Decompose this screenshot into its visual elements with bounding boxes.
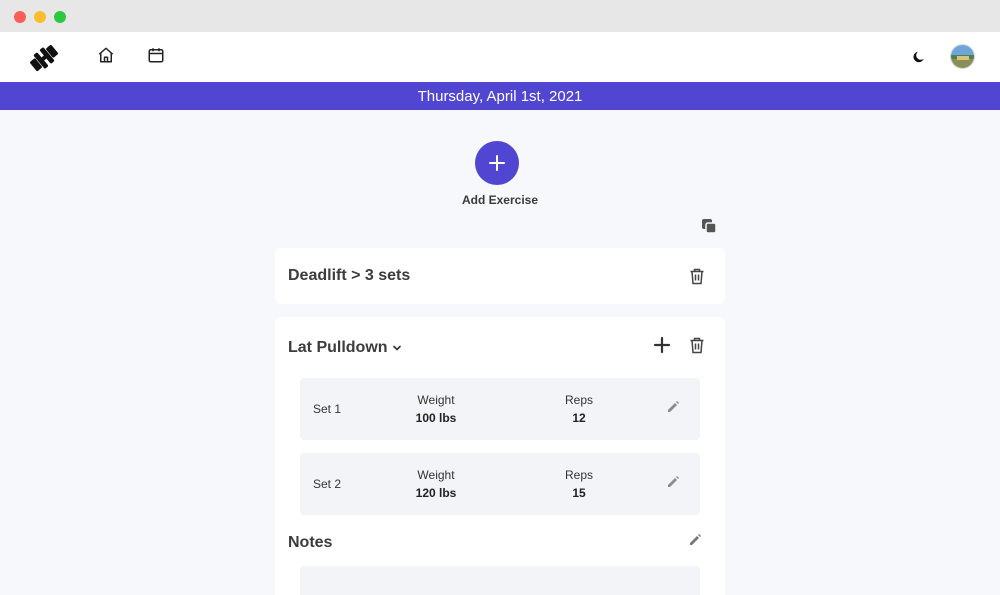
home-icon[interactable] [96,45,116,65]
reps-column: Reps 15 [534,468,624,500]
reps-value: 12 [572,411,586,425]
exercise-card: Lat Pulldown Set 1 Weight 100 lbs Reps 1… [275,317,725,595]
set-row: Set 2 Weight 120 lbs Reps 15 [300,453,700,515]
pencil-icon[interactable] [666,400,682,416]
notes-title: Notes [288,534,333,551]
top-navbar [0,32,1000,82]
plus-icon [653,336,671,354]
pencil-icon[interactable] [688,533,704,549]
reps-column: Reps 12 [534,393,624,425]
moon-icon[interactable] [911,49,927,65]
chevron-down-icon [392,345,401,351]
reps-label: Reps [564,393,593,407]
trash-icon[interactable] [688,267,706,285]
dumbbell-icon[interactable] [28,42,60,74]
exercise-title-toggle[interactable]: Lat Pulldown [288,339,402,357]
exercise-title: Lat Pulldown [288,339,388,356]
calendar-icon[interactable] [146,45,166,65]
plus-icon [489,155,505,171]
reps-label: Reps [564,468,593,482]
maximize-window-button[interactable] [54,11,66,23]
exercise-card[interactable]: Deadlift > 3 sets [275,248,725,304]
set-name: Set 2 [313,477,342,491]
pencil-icon[interactable] [666,475,682,491]
set-name: Set 1 [313,402,342,416]
window-titlebar [0,0,1000,32]
add-set-button[interactable] [653,336,671,354]
set-row: Set 1 Weight 100 lbs Reps 12 [300,378,700,440]
exercise-title[interactable]: Deadlift > 3 sets [288,267,410,285]
minimize-window-button[interactable] [34,11,46,23]
weight-label: Weight [417,468,455,482]
add-exercise-button[interactable] [475,141,519,185]
weight-value: 120 lbs [415,486,457,500]
weight-value: 100 lbs [415,411,457,425]
copy-icon[interactable] [701,218,717,234]
add-exercise-label: Add Exercise [461,193,539,207]
user-avatar[interactable] [950,44,975,69]
close-window-button[interactable] [14,11,26,23]
notes-area[interactable] [300,566,700,595]
weight-label: Weight [417,393,455,407]
date-banner: Thursday, April 1st, 2021 [0,82,1000,110]
trash-icon[interactable] [688,336,706,354]
weight-column: Weight 120 lbs [391,468,481,500]
weight-column: Weight 100 lbs [391,393,481,425]
reps-value: 15 [572,486,586,500]
